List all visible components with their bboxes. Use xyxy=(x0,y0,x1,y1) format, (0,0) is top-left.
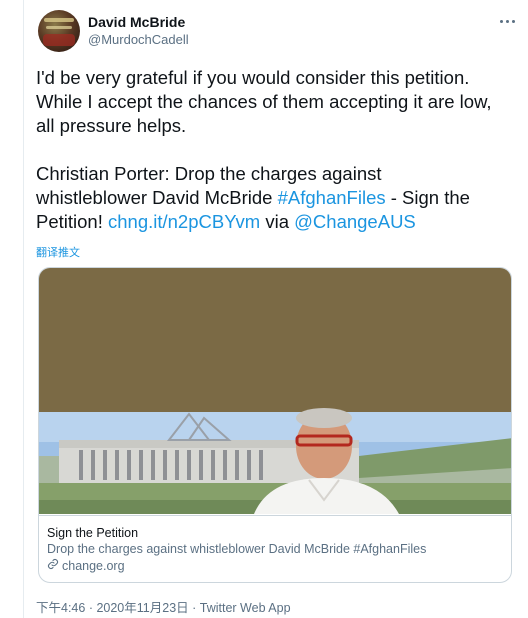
tweet-line: all pressure helps. xyxy=(36,115,187,136)
petition-url-link[interactable]: chng.it/n2pCBYvm xyxy=(108,211,260,232)
card-title: Sign the Petition xyxy=(47,526,139,540)
card-body: Sign the Petition Drop the charges again… xyxy=(39,515,511,582)
tweet-text-segment: whistleblower David McBride xyxy=(36,187,278,208)
link-icon xyxy=(47,558,59,575)
tweet-text-segment: - Sign the xyxy=(385,187,470,208)
tweet-container: David McBride @MurdochCadell I'd be very… xyxy=(23,0,528,618)
card-description: Drop the charges against whistleblower D… xyxy=(47,542,427,556)
hashtag-link[interactable]: #AfghanFiles xyxy=(278,187,386,208)
tweet-time[interactable]: 下午4:46 xyxy=(36,601,85,615)
tweet-line: While I accept the chances of them accep… xyxy=(36,91,492,112)
meta-separator: · xyxy=(188,601,200,615)
more-dots-icon[interactable] xyxy=(498,12,516,30)
card-domain-label: change.org xyxy=(62,559,125,573)
card-domain: change.org xyxy=(47,558,505,575)
author-name[interactable]: David McBride xyxy=(88,14,185,30)
card-image xyxy=(39,268,511,514)
translate-tweet-link[interactable]: 翻译推文 xyxy=(36,244,80,260)
tweet-line: whistleblower David McBride #AfghanFiles… xyxy=(36,186,516,210)
link-preview-card[interactable]: Sign the Petition Drop the charges again… xyxy=(38,267,512,583)
tweet-meta: 下午4:46 · 2020年11月23日 · Twitter Web App xyxy=(36,597,291,616)
tweet-line: Christian Porter: Drop the charges again… xyxy=(36,163,382,184)
tweet-text-segment: via xyxy=(260,211,295,232)
meta-separator: · xyxy=(85,601,97,615)
tweet-date[interactable]: 2020年11月23日 xyxy=(96,601,188,615)
tweet-text: I'd be very grateful if you would consid… xyxy=(36,66,516,234)
mention-link[interactable]: @ChangeAUS xyxy=(294,211,416,232)
tweet-source[interactable]: Twitter Web App xyxy=(200,601,291,615)
tweet-line: I'd be very grateful if you would consid… xyxy=(36,67,470,88)
avatar[interactable] xyxy=(38,10,80,52)
tweet-line: Petition! chng.it/n2pCBYvm via @ChangeAU… xyxy=(36,210,516,234)
author-handle[interactable]: @MurdochCadell xyxy=(88,32,189,47)
tweet-text-segment: Petition! xyxy=(36,211,108,232)
